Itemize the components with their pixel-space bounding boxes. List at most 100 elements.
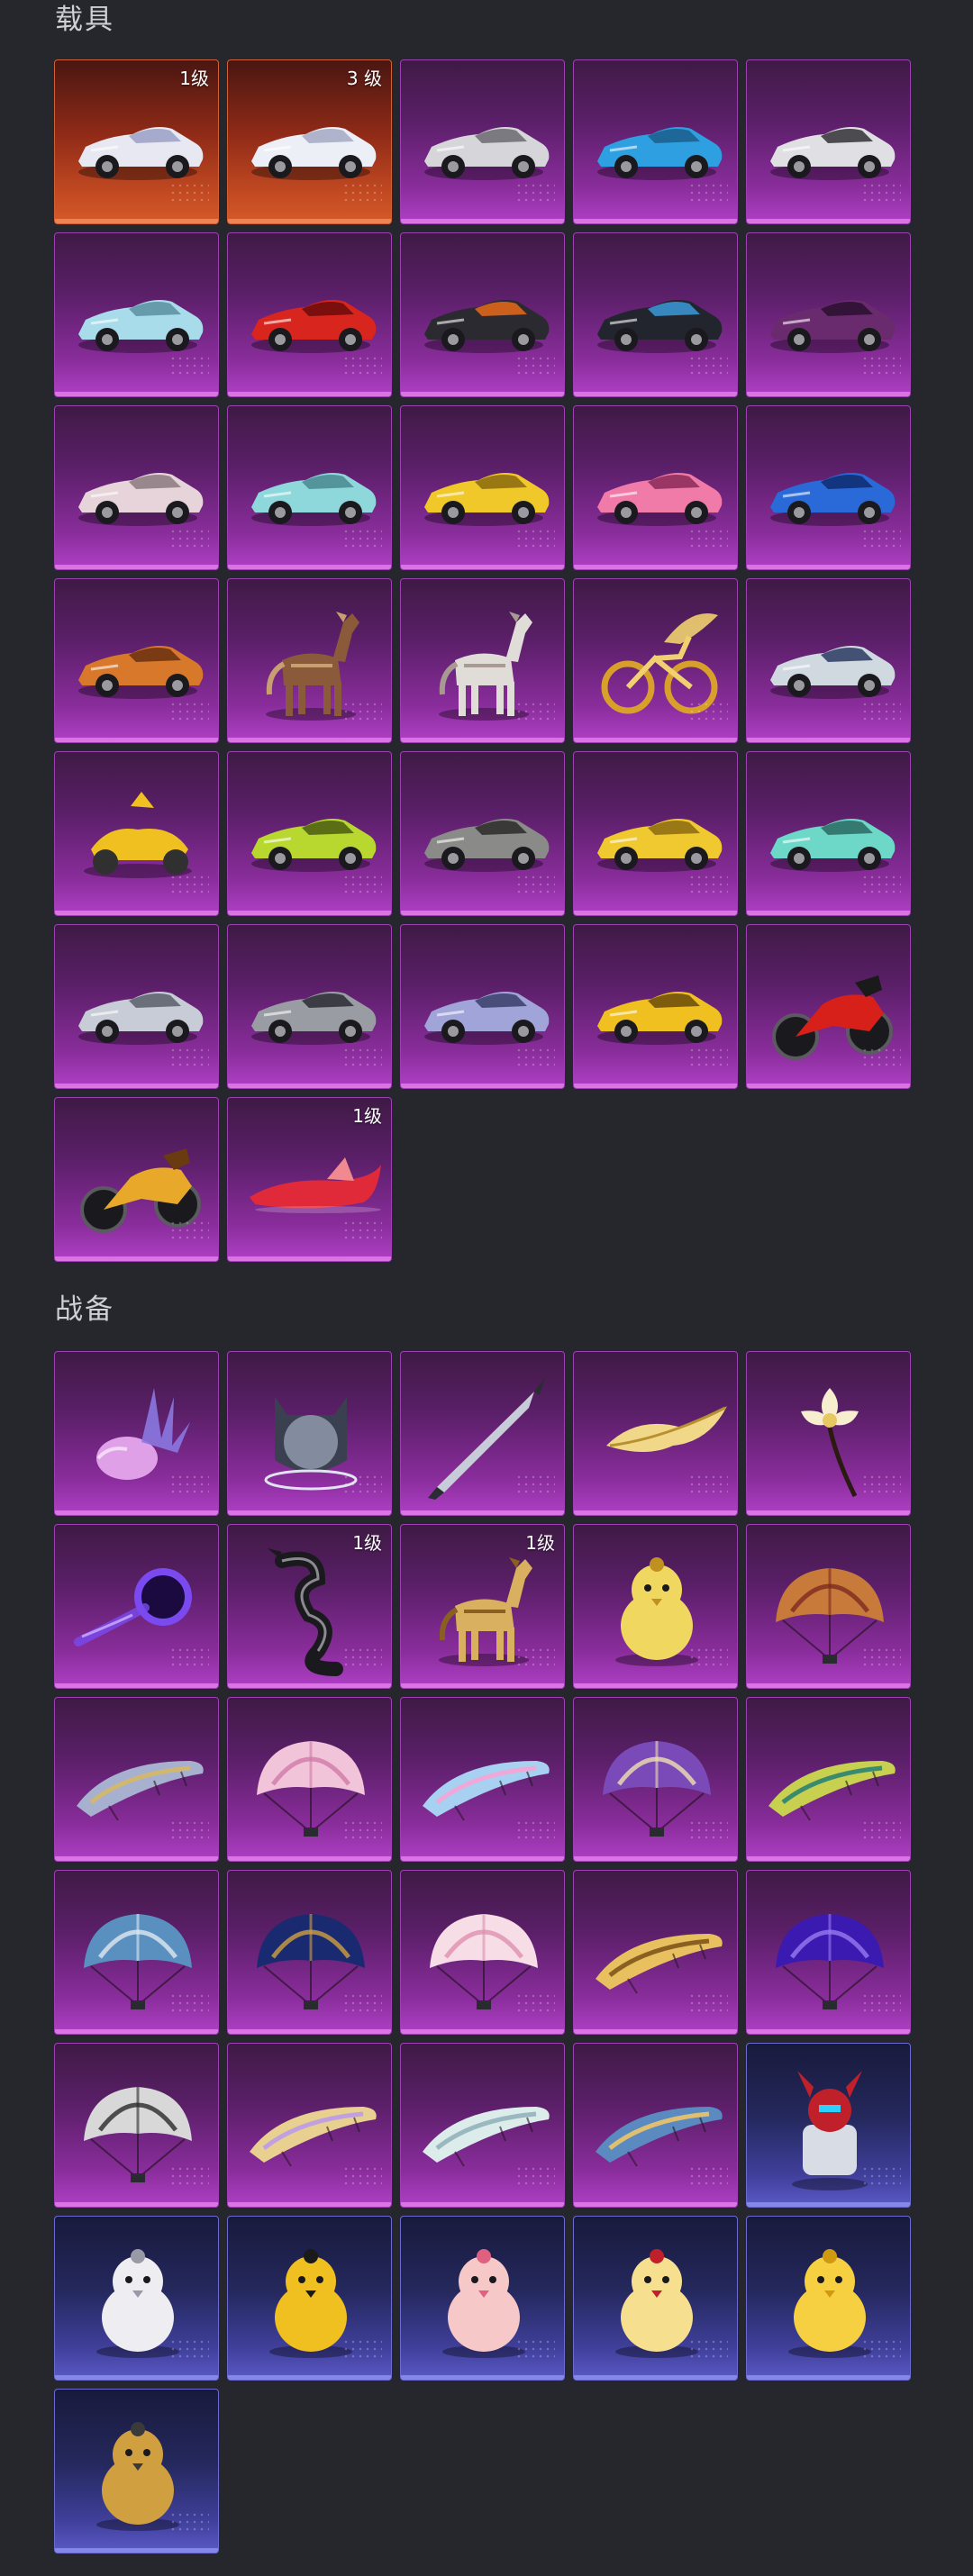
item-tile[interactable] — [746, 2043, 911, 2208]
item-tile[interactable] — [573, 1697, 738, 1862]
tile-dot-pattern — [515, 2165, 555, 2187]
tile-dot-pattern — [342, 1220, 382, 1241]
tile-dot-pattern — [169, 874, 209, 895]
item-tile[interactable] — [227, 578, 392, 743]
tile-dot-pattern — [688, 528, 728, 549]
tile-dot-pattern — [515, 182, 555, 204]
item-tile[interactable] — [746, 405, 911, 570]
item-tile[interactable] — [573, 2216, 738, 2381]
item-tile[interactable] — [54, 924, 219, 1089]
tile-dot-pattern — [515, 1646, 555, 1668]
item-tile[interactable] — [54, 1351, 219, 1516]
tile-dot-pattern — [169, 701, 209, 722]
item-tile[interactable] — [746, 1524, 911, 1689]
item-tile[interactable] — [746, 751, 911, 916]
item-tile[interactable] — [54, 1097, 219, 1262]
item-tile[interactable]: 1级 — [227, 1097, 392, 1262]
tile-dot-pattern — [515, 2338, 555, 2360]
tile-dot-pattern — [688, 701, 728, 722]
item-tile[interactable] — [746, 924, 911, 1089]
item-tile[interactable]: 1级 — [227, 1524, 392, 1689]
item-tile[interactable] — [54, 578, 219, 743]
item-tile[interactable] — [573, 1870, 738, 2035]
item-tile[interactable] — [400, 751, 565, 916]
item-tile[interactable] — [54, 405, 219, 570]
tile-dot-pattern — [688, 182, 728, 204]
tile-dot-pattern — [515, 701, 555, 722]
tile-dot-pattern — [342, 528, 382, 549]
item-tile[interactable] — [573, 2043, 738, 2208]
tile-dot-pattern — [515, 1992, 555, 2014]
item-tile[interactable] — [227, 405, 392, 570]
tile-dot-pattern — [169, 182, 209, 204]
tile-dot-pattern — [169, 2338, 209, 2360]
item-tile[interactable] — [400, 1351, 565, 1516]
item-tile[interactable] — [54, 751, 219, 916]
tile-dot-pattern — [169, 1646, 209, 1668]
item-tile[interactable] — [227, 2043, 392, 2208]
tile-dot-pattern — [169, 355, 209, 376]
item-tile[interactable] — [573, 578, 738, 743]
item-tile[interactable] — [54, 232, 219, 397]
item-tile[interactable] — [400, 1870, 565, 2035]
tile-dot-pattern — [688, 1646, 728, 1668]
tile-dot-pattern — [861, 1646, 901, 1668]
item-tile[interactable] — [746, 1351, 911, 1516]
tile-dot-pattern — [688, 1819, 728, 1841]
tile-dot-pattern — [861, 528, 901, 549]
level-badge: 3 级 — [346, 68, 382, 89]
item-tile[interactable] — [227, 1351, 392, 1516]
tile-dot-pattern — [515, 355, 555, 376]
tile-dot-pattern — [515, 874, 555, 895]
item-tile[interactable] — [54, 1870, 219, 2035]
item-tile[interactable] — [227, 1697, 392, 1862]
tile-dot-pattern — [169, 1047, 209, 1068]
item-tile[interactable] — [573, 924, 738, 1089]
item-tile[interactable] — [227, 232, 392, 397]
item-tile[interactable] — [400, 59, 565, 224]
item-tile[interactable] — [400, 405, 565, 570]
item-tile[interactable] — [227, 1870, 392, 2035]
item-tile[interactable] — [54, 2043, 219, 2208]
item-tile[interactable] — [54, 2389, 219, 2553]
item-tile[interactable] — [746, 59, 911, 224]
item-tile[interactable] — [227, 924, 392, 1089]
item-tile[interactable] — [400, 2043, 565, 2208]
item-tile[interactable] — [54, 1697, 219, 1862]
item-tile[interactable] — [746, 2216, 911, 2381]
item-tile[interactable] — [227, 751, 392, 916]
item-tile[interactable]: 1级 — [54, 59, 219, 224]
tile-dot-pattern — [342, 701, 382, 722]
item-tile[interactable] — [54, 2216, 219, 2381]
item-tile[interactable] — [400, 232, 565, 397]
item-tile[interactable] — [746, 578, 911, 743]
item-tile[interactable] — [746, 232, 911, 397]
item-tile[interactable] — [54, 1524, 219, 1689]
tile-dot-pattern — [861, 2338, 901, 2360]
tile-dot-pattern — [688, 1992, 728, 2014]
item-tile[interactable] — [400, 924, 565, 1089]
item-tile[interactable]: 3 级 — [227, 59, 392, 224]
tile-dot-pattern — [169, 1819, 209, 1841]
item-tile[interactable] — [746, 1697, 911, 1862]
item-tile[interactable] — [400, 578, 565, 743]
item-tile[interactable] — [573, 232, 738, 397]
tile-dot-pattern — [861, 1474, 901, 1495]
item-tile[interactable] — [573, 1524, 738, 1689]
item-tile[interactable]: 1级 — [400, 1524, 565, 1689]
item-tile[interactable] — [746, 1870, 911, 2035]
tile-dot-pattern — [342, 1992, 382, 2014]
item-tile[interactable] — [227, 2216, 392, 2381]
tile-dot-pattern — [169, 1220, 209, 1241]
item-tile[interactable] — [400, 1697, 565, 1862]
item-tile[interactable] — [400, 2216, 565, 2381]
tile-dot-pattern — [169, 2165, 209, 2187]
item-tile[interactable] — [573, 1351, 738, 1516]
tile-dot-pattern — [515, 1474, 555, 1495]
item-tile[interactable] — [573, 405, 738, 570]
tile-dot-pattern — [861, 874, 901, 895]
tile-dot-pattern — [515, 528, 555, 549]
item-tile[interactable] — [573, 751, 738, 916]
item-tile[interactable] — [573, 59, 738, 224]
tile-dot-pattern — [861, 182, 901, 204]
